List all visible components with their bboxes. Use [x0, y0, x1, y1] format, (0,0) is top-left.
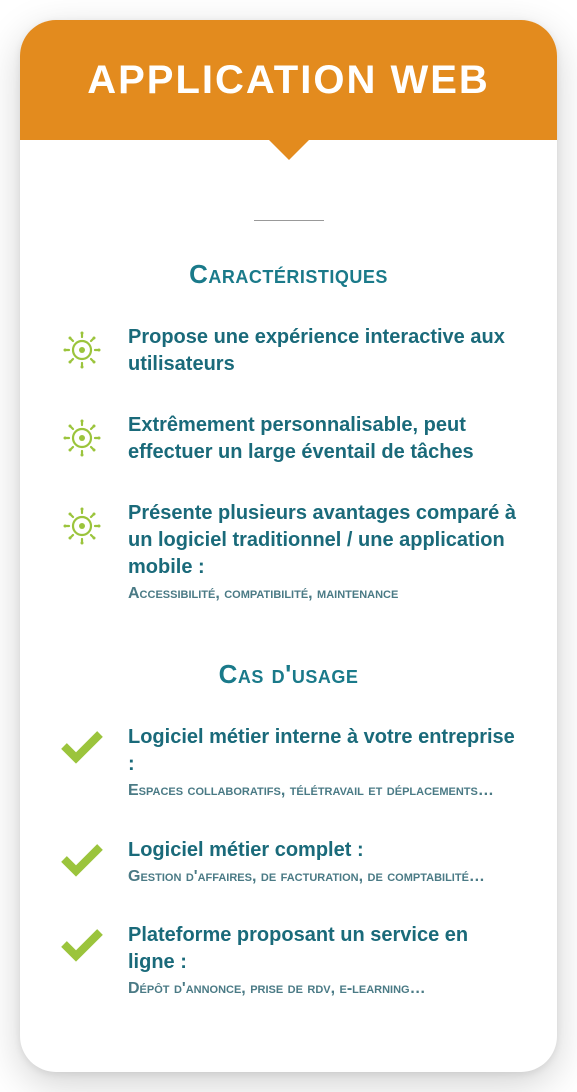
usecase-title: Logiciel métier complet :	[128, 837, 519, 864]
feature-title: Présente plusieurs avantages comparé à u…	[128, 500, 519, 581]
header-triangle-icon	[267, 138, 311, 160]
usecase-section: Cas d'usage Logiciel métier interne à vo…	[58, 659, 519, 1000]
usecase-subtitle: Gestion d'affaires, de facturation, de c…	[128, 866, 519, 888]
feature-title: Propose une expérience interactive aux u…	[128, 324, 519, 378]
usecase-body: Plateforme proposant un service en ligne…	[128, 922, 519, 1000]
section-title-usecase: Cas d'usage	[58, 659, 519, 690]
section-title-characteristics: Caractéristiques	[58, 259, 519, 290]
feature-item: Présente plusieurs avantages comparé à u…	[58, 500, 519, 605]
usecase-item: Logiciel métier interne à votre entrepri…	[58, 724, 519, 802]
check-icon	[58, 726, 106, 766]
feature-body: Extrêmement personnalisable, peut effect…	[128, 412, 519, 466]
card-title: APPLICATION WEB	[87, 58, 490, 103]
feature-subtitle: Accessibilité, compatibilité, maintenanc…	[128, 583, 519, 605]
usecase-body: Logiciel métier interne à votre entrepri…	[128, 724, 519, 802]
feature-title: Extrêmement personnalisable, peut effect…	[128, 412, 519, 466]
usecase-title: Plateforme proposant un service en ligne…	[128, 922, 519, 976]
usecase-title: Logiciel métier interne à votre entrepri…	[128, 724, 519, 778]
usecase-item: Logiciel métier complet : Gestion d'affa…	[58, 837, 519, 888]
usecase-item: Plateforme proposant un service en ligne…	[58, 922, 519, 1000]
gear-icon	[58, 326, 106, 374]
gear-icon	[58, 414, 106, 462]
feature-item: Extrêmement personnalisable, peut effect…	[58, 412, 519, 466]
usecase-body: Logiciel métier complet : Gestion d'affa…	[128, 837, 519, 888]
feature-body: Présente plusieurs avantages comparé à u…	[128, 500, 519, 605]
check-icon	[58, 839, 106, 879]
divider	[254, 220, 324, 221]
feature-body: Propose une expérience interactive aux u…	[128, 324, 519, 378]
feature-item: Propose une expérience interactive aux u…	[58, 324, 519, 378]
info-card: APPLICATION WEB Caractéristiques	[20, 20, 557, 1072]
usecase-subtitle: Espaces collaboratifs, télétravail et dé…	[128, 780, 519, 802]
gear-icon	[58, 502, 106, 550]
usecase-subtitle: Dépôt d'annonce, prise de rdv, e-learnin…	[128, 978, 519, 1000]
card-header: APPLICATION WEB	[20, 20, 557, 140]
card-content: Caractéristiques Propose u	[20, 140, 557, 1065]
check-icon	[58, 924, 106, 964]
